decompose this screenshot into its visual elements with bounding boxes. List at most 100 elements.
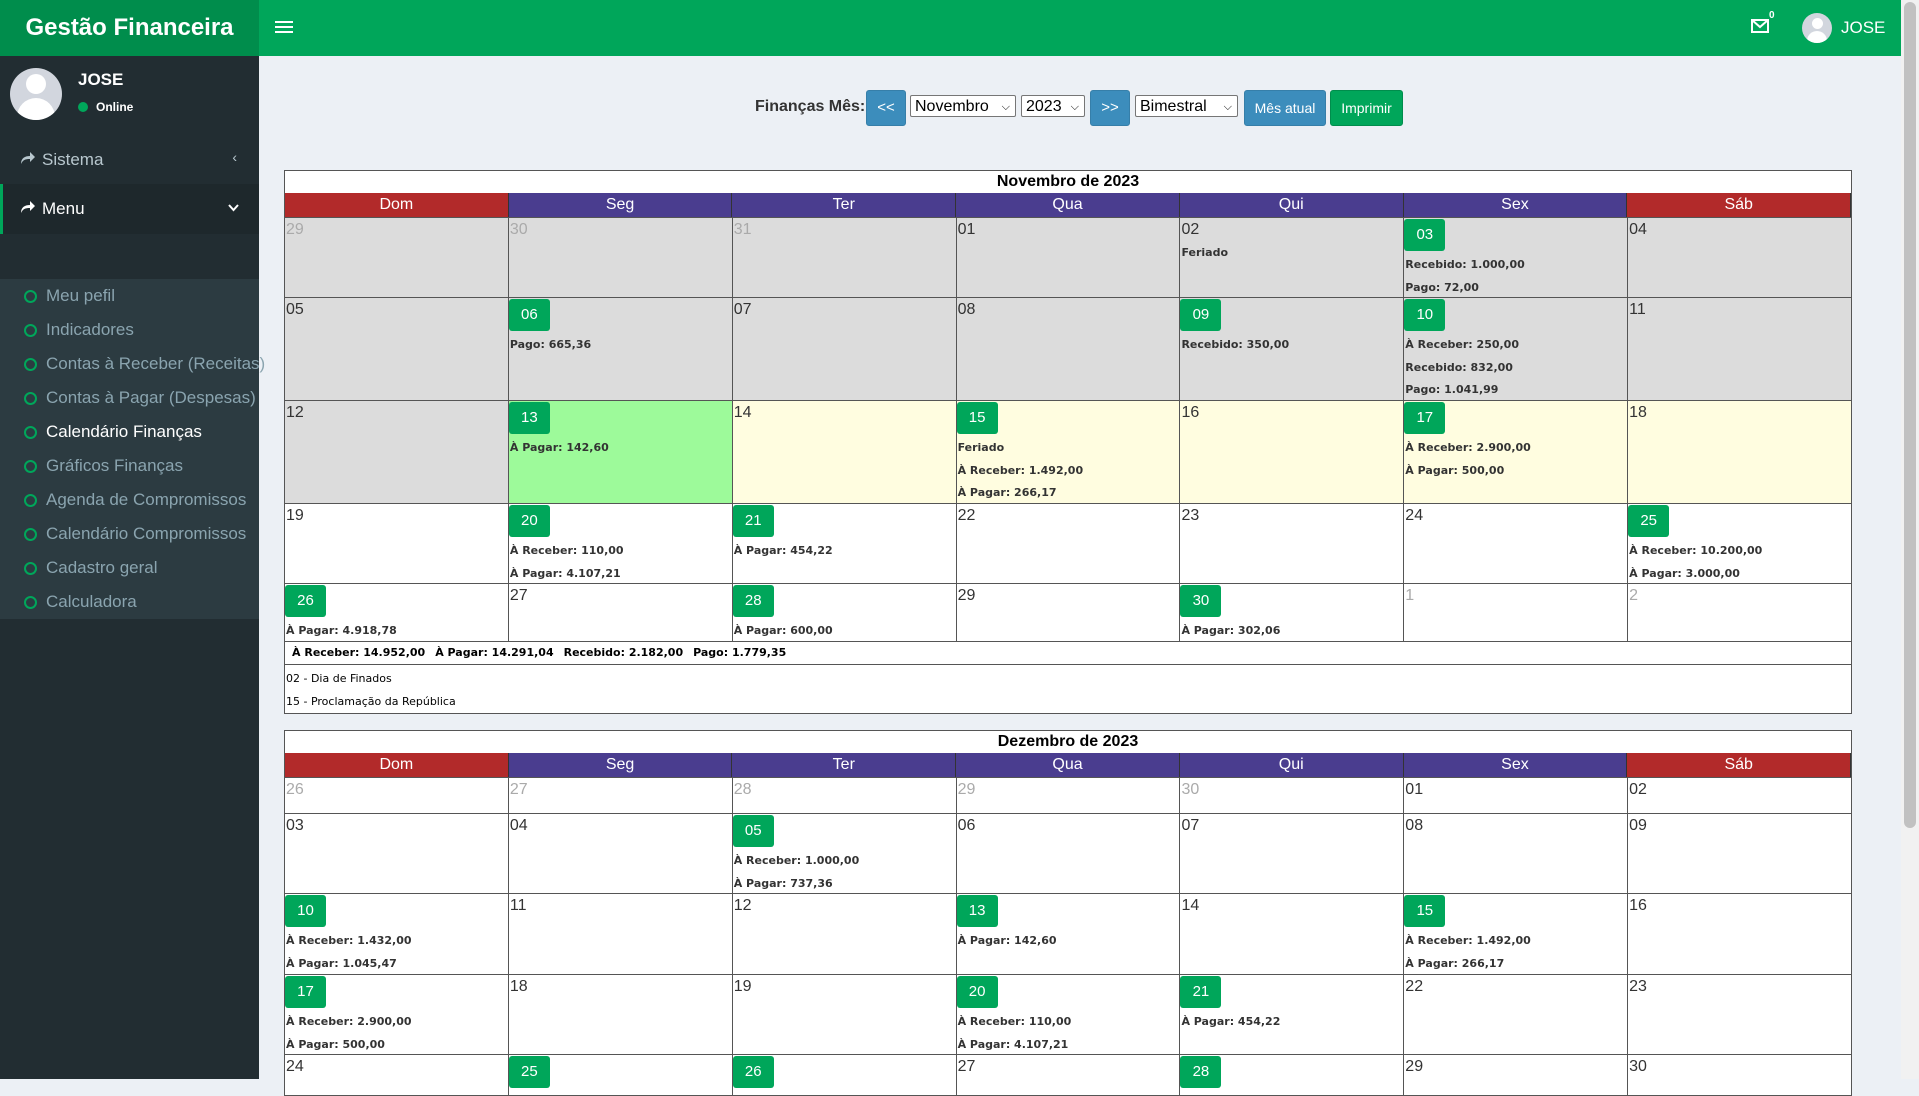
- calendar-day: 1: [1404, 584, 1629, 641]
- calendar-day[interactable]: 10 À Receber: 250,00 Recebido: 832,00 Pago:…: [1404, 298, 1629, 400]
- calendar-day: 01: [1404, 778, 1629, 813]
- day-button[interactable]: 03: [1404, 219, 1446, 251]
- sidebar-subitem[interactable]: Calendário Compromissos: [0, 517, 259, 551]
- calendar-day[interactable]: 13 À Pagar: 142,60: [956, 894, 1181, 974]
- scrollbar-thumb[interactable]: [1904, 2, 1916, 828]
- calendar-day[interactable]: 15 À Receber: 1.492,00 À Pagar: 266,17: [1404, 894, 1629, 974]
- day-button[interactable]: 09: [1180, 299, 1222, 331]
- day-button[interactable]: 21: [1180, 976, 1222, 1008]
- calendar-day[interactable]: 26: [732, 1055, 957, 1095]
- chevron-down-icon: ⌵: [1001, 101, 1010, 113]
- calendar-day: 31: [732, 218, 957, 297]
- calendar-event: À Receber: 110,00: [509, 544, 624, 557]
- calendar-december: Dezembro de 2023 Dom Seg Ter Qua Qui Sex Sáb 26 2…: [284, 730, 1852, 1096]
- calendar-day[interactable]: 25 À Receber: 10.200,00 À Pagar: 3.000,00: [1628, 504, 1852, 583]
- circle-icon: [24, 426, 37, 439]
- calendar-event: À Receber: 110,00: [957, 1015, 1072, 1028]
- day-button[interactable]: 28: [732, 585, 774, 617]
- mail-icon[interactable]: [1751, 19, 1769, 33]
- calendar-day[interactable]: 30 À Pagar: 302,06: [1180, 584, 1405, 641]
- chevron-down-icon: ⌵: [1223, 101, 1232, 113]
- app-logo[interactable]: Gestão Financeira: [0, 0, 259, 56]
- calendar-day[interactable]: 13 À Pagar: 142,60: [508, 401, 733, 503]
- next-month-button[interactable]: >>: [1090, 90, 1130, 126]
- calendar-day[interactable]: 28 À Pagar: 600,00: [732, 584, 957, 641]
- calendar-day[interactable]: 15 Feriado À Receber: 1.492,00 À Pagar: 266…: [956, 401, 1181, 503]
- calendar-event: À Receber: 250,00: [1405, 338, 1519, 351]
- page-scrollbar[interactable]: [1901, 0, 1919, 1079]
- day-button[interactable]: 26: [285, 585, 326, 617]
- total-value: Pago: 1.779,35: [693, 646, 787, 659]
- day-button[interactable]: 10: [285, 895, 326, 927]
- sidebar-subitem[interactable]: Calculadora: [0, 585, 259, 619]
- menu-toggle-icon[interactable]: [275, 18, 293, 36]
- sidebar-item-sistema[interactable]: Sistema ‹: [0, 137, 259, 183]
- calendar-event: À Pagar: 4.918,78: [286, 624, 397, 637]
- day-button[interactable]: 20: [508, 505, 550, 537]
- prev-month-button[interactable]: <<: [866, 90, 906, 126]
- sidebar-subitem[interactable]: Agenda de Compromissos: [0, 483, 259, 517]
- sidebar-subitem[interactable]: Calendário Finanças: [0, 415, 259, 449]
- current-month-button[interactable]: Mês atual: [1244, 90, 1326, 126]
- day-button[interactable]: 17: [1404, 402, 1446, 434]
- calendar-day[interactable]: 05 À Receber: 1.000,00 À Pagar: 737,36: [732, 814, 957, 893]
- sidebar-subitem[interactable]: Indicadores: [0, 313, 259, 347]
- sidebar-item-menu[interactable]: Menu: [0, 184, 259, 234]
- day-number: 30: [1181, 781, 1200, 798]
- calendar-day[interactable]: 17 À Receber: 2.900,00 À Pagar: 500,00: [285, 975, 509, 1054]
- day-button[interactable]: 17: [285, 976, 326, 1008]
- day-button[interactable]: 25: [1628, 505, 1670, 537]
- calendar-day[interactable]: 17 À Receber: 2.900,00 À Pagar: 500,00: [1404, 401, 1629, 503]
- day-button[interactable]: 28: [1180, 1056, 1222, 1088]
- day-number: 30: [509, 221, 528, 238]
- calendar-day[interactable]: 10 À Receber: 1.432,00 À Pagar: 1.045,47: [285, 894, 509, 974]
- calendar-day[interactable]: 26 À Pagar: 4.918,78: [285, 584, 509, 641]
- calendar-day[interactable]: 25: [508, 1055, 733, 1095]
- sidebar-subitem[interactable]: Contas à Receber (Receitas): [0, 347, 265, 381]
- weekday-header: Dom Seg Ter Qua Qui Sex Sáb: [285, 193, 1852, 217]
- period-select[interactable]: Bimestral ⌵: [1135, 95, 1238, 117]
- calendar-day[interactable]: 06 Pago: 665,36: [508, 298, 733, 400]
- day-button[interactable]: 10: [1404, 299, 1446, 331]
- day-button[interactable]: 06: [508, 299, 550, 331]
- calendar-event: Recebido: 1.000,00: [1405, 258, 1525, 271]
- weekday-header: Dom Seg Ter Qua Qui Sex Sáb: [285, 753, 1852, 777]
- calendar-day[interactable]: 09 Recebido: 350,00: [1180, 298, 1405, 400]
- day-button[interactable]: 13: [956, 895, 998, 927]
- calendar-week: 19 20 À Receber: 110,00 À Pagar: 4.107,21 21…: [285, 503, 1852, 583]
- circle-icon: [24, 392, 37, 405]
- calendar-day[interactable]: 20 À Receber: 110,00 À Pagar: 4.107,21: [956, 975, 1181, 1054]
- sidebar-subitem[interactable]: Contas à Pagar (Despesas): [0, 381, 259, 415]
- day-button[interactable]: 13: [508, 402, 550, 434]
- day-number: 07: [733, 301, 752, 318]
- calendar-day[interactable]: 21 À Pagar: 454,22: [1180, 975, 1405, 1054]
- calendar-day[interactable]: 21 À Pagar: 454,22: [732, 504, 957, 583]
- day-button[interactable]: 15: [1404, 895, 1446, 927]
- day-button[interactable]: 05: [732, 815, 774, 847]
- month-select[interactable]: Novembro ⌵: [910, 95, 1016, 117]
- year-select[interactable]: 2023 ⌵: [1021, 95, 1085, 117]
- calendar-day[interactable]: 03 Recebido: 1.000,00 Pago: 72,00: [1404, 218, 1629, 297]
- calendar-event: À Pagar: 500,00: [286, 1037, 385, 1051]
- sidebar-subitem[interactable]: Meu pefil: [0, 279, 259, 313]
- day-button[interactable]: 26: [732, 1056, 774, 1088]
- day-number: 18: [509, 978, 528, 995]
- day-number: 23: [1629, 978, 1647, 995]
- calendar-day[interactable]: 28: [1180, 1055, 1405, 1095]
- day-number: 29: [957, 587, 976, 604]
- weekday-label: Sex: [1403, 753, 1628, 777]
- day-button[interactable]: 30: [1180, 585, 1222, 617]
- calendar-event: Recebido: 832,00: [1405, 360, 1513, 374]
- sidebar-submenu: Meu pefil Indicadores Contas à Receber (Re…: [0, 279, 265, 619]
- day-button[interactable]: 21: [732, 505, 774, 537]
- calendar-day[interactable]: 20 À Receber: 110,00 À Pagar: 4.107,21: [508, 504, 733, 583]
- day-button[interactable]: 20: [956, 976, 998, 1008]
- day-button[interactable]: 15: [956, 402, 998, 434]
- day-button[interactable]: 25: [508, 1056, 550, 1088]
- print-button[interactable]: Imprimir: [1330, 90, 1403, 126]
- weekday-label: Qua: [956, 193, 1180, 217]
- day-number: 2: [1629, 587, 1639, 604]
- sidebar-subitem[interactable]: Cadastro geral: [0, 551, 259, 585]
- sidebar-subitem[interactable]: Gráficos Finanças: [0, 449, 259, 483]
- day-number: 31: [733, 221, 752, 238]
